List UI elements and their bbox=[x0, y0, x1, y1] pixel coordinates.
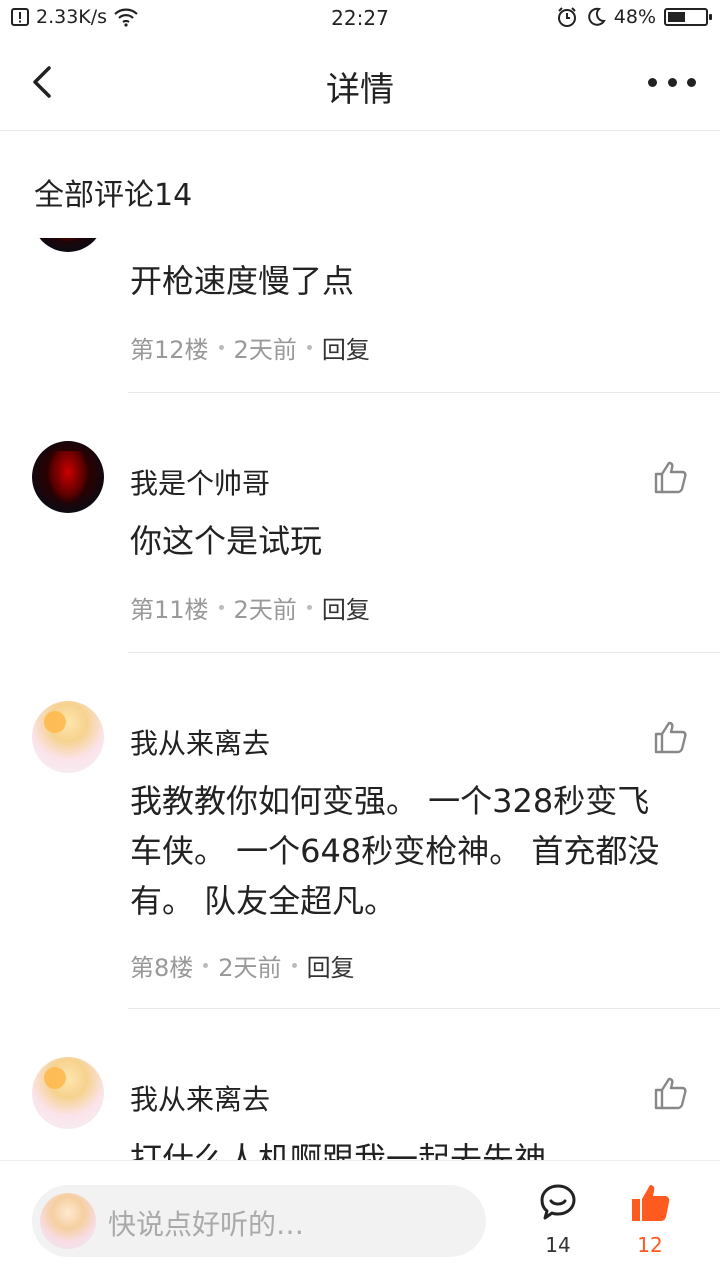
separator-dot bbox=[306, 605, 312, 610]
comment-text: 我教教你如何变强。 一个328秒变飞车侠。 一个648秒变枪神。 首充都没 有。… bbox=[130, 782, 660, 920]
comment-input[interactable]: 快说点好听的… bbox=[32, 1185, 486, 1257]
like-count: 12 bbox=[637, 1233, 663, 1257]
post-time: 2天前 bbox=[218, 954, 282, 982]
reply-button[interactable]: 回复 bbox=[322, 330, 370, 365]
status-bar: 2.33K/s 22:27 48% bbox=[0, 0, 720, 36]
thumbs-up-icon[interactable] bbox=[654, 1076, 688, 1110]
back-arrow-icon[interactable] bbox=[24, 62, 64, 102]
bottom-action-bar: 快说点好听的… 14 12 bbox=[0, 1160, 720, 1281]
floor-label: 第12楼 bbox=[130, 336, 209, 364]
avatar[interactable] bbox=[32, 701, 104, 773]
comment-meta: 第8楼 2天前 回复 bbox=[130, 948, 355, 983]
battery-icon bbox=[664, 8, 712, 26]
username[interactable]: 我是个帅哥 bbox=[130, 462, 270, 502]
username[interactable]: 我从来离去 bbox=[130, 1078, 270, 1118]
avatar[interactable] bbox=[32, 441, 104, 513]
comment-count: 14 bbox=[545, 1233, 571, 1257]
post-time: 2天前 bbox=[233, 596, 297, 624]
avatar[interactable] bbox=[32, 1057, 104, 1129]
page-title: 详情 bbox=[326, 70, 394, 110]
divider bbox=[128, 652, 720, 653]
separator-dot bbox=[291, 963, 297, 968]
comment-list[interactable]: 开枪速度慢了点 第12楼 2天前 回复 我是个帅哥 你这个是试玩 第11楼 2天… bbox=[0, 238, 720, 1160]
floor-label: 第11楼 bbox=[130, 596, 209, 624]
username[interactable]: 我从来离去 bbox=[130, 722, 270, 762]
alarm-icon bbox=[557, 7, 576, 27]
comment-meta: 第12楼 2天前 回复 bbox=[130, 330, 370, 365]
thumbs-up-icon[interactable] bbox=[654, 720, 688, 754]
separator-dot bbox=[306, 345, 312, 350]
reply-button[interactable]: 回复 bbox=[307, 948, 355, 983]
more-options-icon[interactable] bbox=[648, 62, 696, 102]
battery-percent: 48% bbox=[613, 6, 656, 28]
separator-dot bbox=[203, 963, 209, 968]
user-avatar bbox=[40, 1193, 96, 1249]
nav-bar: 详情 bbox=[0, 36, 720, 131]
thumbs-up-icon[interactable] bbox=[654, 460, 688, 494]
avatar[interactable] bbox=[32, 238, 104, 252]
separator-dot bbox=[218, 605, 224, 610]
thumbs-up-filled-icon bbox=[632, 1185, 670, 1221]
post-time: 2天前 bbox=[233, 336, 297, 364]
like-button[interactable]: 12 bbox=[620, 1181, 680, 1257]
comment-text: 你这个是试玩 bbox=[130, 522, 323, 560]
comment-meta: 第11楼 2天前 回复 bbox=[130, 590, 370, 625]
comments-button[interactable]: 14 bbox=[528, 1181, 588, 1257]
comment-text: 开枪速度慢了点 bbox=[130, 262, 355, 300]
comment-bubble-icon bbox=[540, 1184, 576, 1220]
do-not-disturb-moon-icon bbox=[587, 7, 606, 26]
comment-text: 打什么人机啊跟我一起去先神 bbox=[130, 1140, 547, 1160]
all-comments-title: 全部评论14 bbox=[34, 178, 193, 213]
floor-label: 第8楼 bbox=[130, 954, 194, 982]
divider bbox=[128, 1008, 720, 1009]
reply-button[interactable]: 回复 bbox=[322, 590, 370, 625]
comment-input-placeholder: 快说点好听的… bbox=[108, 1208, 305, 1241]
divider bbox=[128, 392, 720, 393]
separator-dot bbox=[218, 345, 224, 350]
